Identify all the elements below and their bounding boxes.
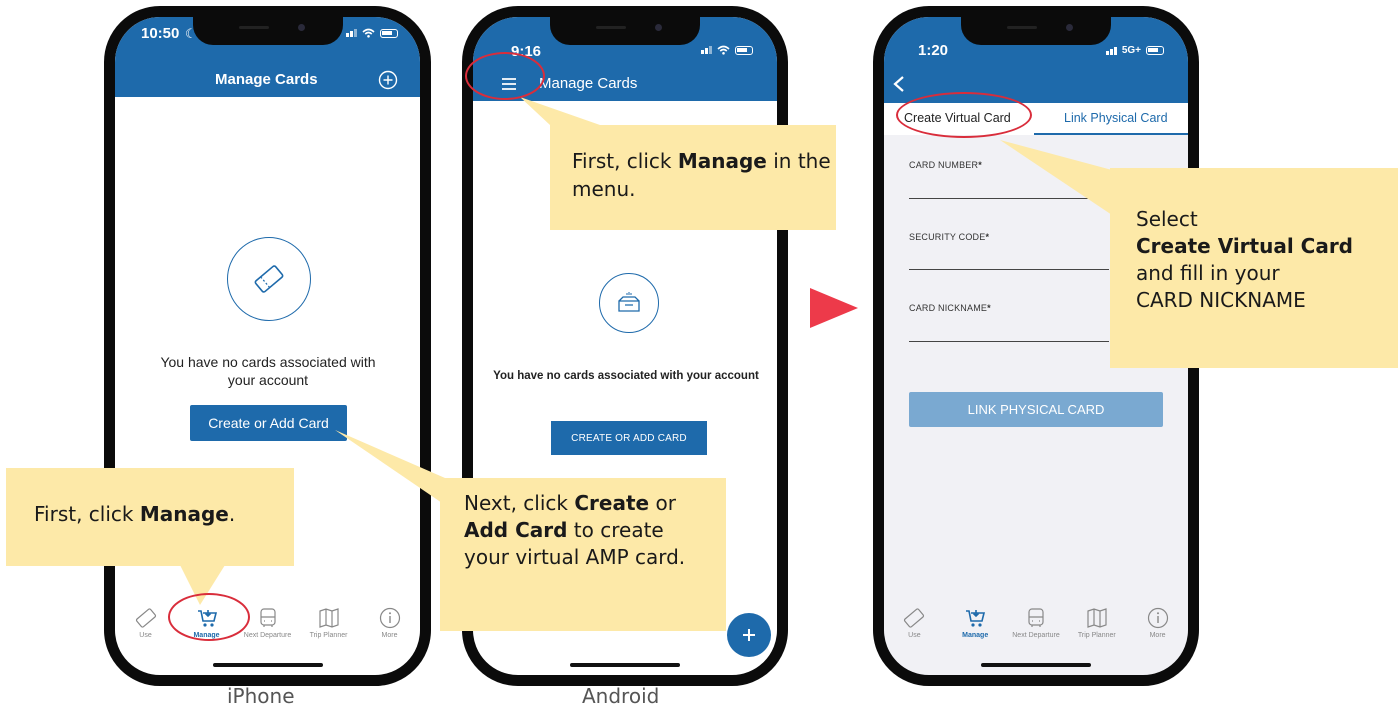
callout-line: Create Virtual Card xyxy=(1136,234,1354,258)
callout-android-menu: First, click Manage in the menu. xyxy=(550,125,836,230)
fab-add-button[interactable] xyxy=(727,613,771,657)
highlight-ring-create-virtual xyxy=(896,92,1032,138)
callout-line: and fill in your xyxy=(1136,261,1280,285)
pointer-android-menu xyxy=(520,97,600,125)
callout-create-card: Next, click Create or Add Card to create… xyxy=(440,478,726,631)
highlight-ring-manage-tab xyxy=(168,593,250,641)
highlight-ring-menu xyxy=(465,52,545,100)
callout-iphone-manage: First, click Manage. xyxy=(6,468,294,566)
callout-line: CARD NICKNAME xyxy=(1136,288,1306,312)
plus-icon xyxy=(743,629,755,641)
pointer-create-card xyxy=(335,430,445,505)
callout-line: Select xyxy=(1136,207,1198,231)
pointer-virtual xyxy=(1000,140,1112,215)
callout-virtual-card: Select Create Virtual Card and fill in y… xyxy=(1110,168,1398,368)
